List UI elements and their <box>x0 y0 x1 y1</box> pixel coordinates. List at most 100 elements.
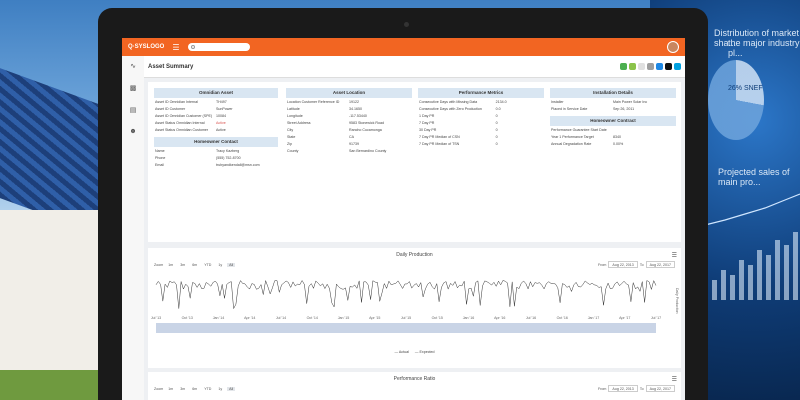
kv-row: 1 Day PR 0 <box>419 114 498 118</box>
panel-title: Installation Details <box>550 88 676 98</box>
zoom-6m-button[interactable]: 6m <box>190 387 199 391</box>
range-navigator[interactable] <box>156 323 656 333</box>
kv-row: Location Customer Reference ID 19122 <box>287 100 359 104</box>
x-tick-label: Jul '15 <box>401 316 411 320</box>
kv-row: Asset Status Omnidian Internal Active <box>155 121 226 125</box>
x-tick-label: Jan '14 <box>213 316 224 320</box>
x-tick-label: Apr '17 <box>619 316 630 320</box>
bg-pie-chart <box>708 60 764 140</box>
bg-pie-label: 26% SNEF <box>728 85 763 92</box>
bar-chart-icon[interactable]: ▩ <box>122 84 144 100</box>
bg-bars-graphic <box>712 230 800 300</box>
menu-icon[interactable]: ☰ <box>172 43 179 52</box>
kv-row: 7 Day PR Median of CSN 0 <box>419 135 498 139</box>
chart-title: Performance Ratio <box>393 376 436 382</box>
zoom-3m-button[interactable]: 3m <box>178 387 187 391</box>
brand-logo[interactable]: Q·SYSLOGO <box>128 44 164 50</box>
daily-production-plot[interactable]: Jul '13 Oct '13 Jan '14 Apr '14 Jul '14 Oct '… <box>148 271 681 343</box>
document-icon[interactable]: ▤ <box>122 106 144 122</box>
from-label: From <box>598 262 607 267</box>
user-icon[interactable]: ☻ <box>122 128 144 144</box>
kv-row: City Rancho Cucamonga <box>287 128 382 132</box>
chart-menu-icon[interactable]: ☰ <box>672 376 677 383</box>
sheet-app-icon[interactable] <box>629 63 636 70</box>
to-date-input[interactable]: Aug 22, 2017 <box>645 385 675 392</box>
x-tick-label: Jul '14 <box>276 316 286 320</box>
kv-row: Asset ID Customer SunPower <box>155 107 233 111</box>
zoom-ytd-button[interactable]: YTD <box>202 387 213 391</box>
zoom-all-button[interactable]: All <box>227 386 236 391</box>
panel-title: Homeowner Contract <box>550 116 676 126</box>
kv-row: Consecutive Days with Missing Data 2134.0 <box>419 100 507 104</box>
zoom-1m-button[interactable]: 1m <box>166 387 175 391</box>
search-icon <box>190 45 195 49</box>
from-date-input[interactable]: Aug 22, 2013 <box>608 385 638 392</box>
performance-ratio-chart: Performance Ratio ☰ Zoom 1m 3m 6m YTD 1y… <box>148 372 681 400</box>
panel-title: Performance Metrics <box>418 88 544 98</box>
kv-row: Asset ID Omnidian Internal TH497 <box>155 100 227 104</box>
x-tick-label: Jan '15 <box>338 316 349 320</box>
zoom-label: Zoom <box>154 262 164 267</box>
legend-expected[interactable]: — Expected <box>415 350 435 354</box>
bg-subheadline: the major industry pl... <box>728 38 800 58</box>
panel-title: Homeowner Contact <box>154 137 278 147</box>
dark-app-icon[interactable] <box>665 63 672 70</box>
kv-row: Asset ID Omnidian Customer (SPE) 10084 <box>155 114 226 118</box>
x-tick-label: Apr '16 <box>494 316 505 320</box>
zoom-ytd-button[interactable]: YTD <box>202 263 213 267</box>
app-links <box>620 63 681 70</box>
zoom-all-button[interactable]: All <box>227 262 236 267</box>
avatar[interactable] <box>667 41 679 53</box>
plugin-app-icon[interactable] <box>638 63 645 70</box>
kv-row: Street Address 9583 Stonewick Road <box>287 121 384 125</box>
search-input[interactable] <box>187 43 250 51</box>
y-axis-label: Daily Production <box>675 288 679 314</box>
sidebar: ∿ ▩ ▤ ☻ <box>122 56 144 400</box>
to-date-input[interactable]: Aug 22, 2017 <box>645 261 675 268</box>
main-content: Asset Summary Omnidian Asset Asset ID Om… <box>144 56 685 400</box>
top-bar: Q·SYSLOGO ☰ <box>122 38 685 56</box>
globe-app-icon[interactable] <box>647 63 654 70</box>
zoom-1y-button[interactable]: 1y <box>216 387 224 391</box>
page-header: Asset Summary <box>144 56 685 78</box>
x-tick-label: Jan '17 <box>588 316 599 320</box>
panel-title: Asset Location <box>286 88 412 98</box>
bg-line-graphic <box>705 193 800 226</box>
chart-legend: — Actual — Expected <box>148 348 681 354</box>
zoom-6m-button[interactable]: 6m <box>190 263 199 267</box>
kv-row: Placed in Service Date Sep 26, 2011 <box>551 107 635 111</box>
kv-row: Consecutive Days with Zero Production 0.0 <box>419 107 501 111</box>
asset-location-panel: Asset Location Location Customer Referen… <box>286 88 412 156</box>
salesforce-app-icon[interactable] <box>674 63 681 70</box>
kv-row: Name Tracy Kazberg <box>155 149 240 153</box>
zoom-label: Zoom <box>154 386 164 391</box>
from-label: From <box>598 386 607 391</box>
map-app-icon[interactable] <box>620 63 627 70</box>
zoom-1y-button[interactable]: 1y <box>216 263 224 267</box>
link-app-icon[interactable] <box>656 63 663 70</box>
asset-panels: Omnidian Asset Asset ID Omnidian Interna… <box>148 82 681 242</box>
x-tick-label: Jul '17 <box>651 316 661 320</box>
kv-row: Zip 91739 <box>287 142 359 146</box>
x-tick-label: Jul '13 <box>151 316 161 320</box>
kv-row: Year 1 Performance Target 8340 <box>551 135 621 139</box>
x-tick-label: Oct '13 <box>182 316 193 320</box>
kv-row: Phone (555) 752-8700 <box>155 156 241 160</box>
kv-row: 7 Day PR Median of TSN 0 <box>419 142 498 146</box>
kv-row: Annual Degradation Rate 0.00% <box>551 142 624 146</box>
zoom-3m-button[interactable]: 3m <box>178 263 187 267</box>
x-tick-label: Jan '16 <box>463 316 474 320</box>
kv-row: Latitude 34.1650 <box>287 107 362 111</box>
chart-menu-icon[interactable]: ☰ <box>672 252 677 259</box>
chart-title: Daily Production <box>396 252 433 258</box>
kv-row: Performance Guarantee Start Date <box>551 128 607 132</box>
panel-title: Omnidian Asset <box>154 88 278 98</box>
to-label: To <box>639 262 644 267</box>
omnidian-asset-panel: Omnidian Asset Asset ID Omnidian Interna… <box>154 88 278 170</box>
from-date-input[interactable]: Aug 22, 2013 <box>608 261 638 268</box>
zoom-1m-button[interactable]: 1m <box>166 263 175 267</box>
legend-actual[interactable]: — Actual <box>395 350 409 354</box>
activity-icon[interactable]: ∿ <box>122 62 144 78</box>
x-tick-label: Oct '16 <box>557 316 568 320</box>
installation-details-panel: Installation Details Installer Main Power… <box>550 88 676 149</box>
